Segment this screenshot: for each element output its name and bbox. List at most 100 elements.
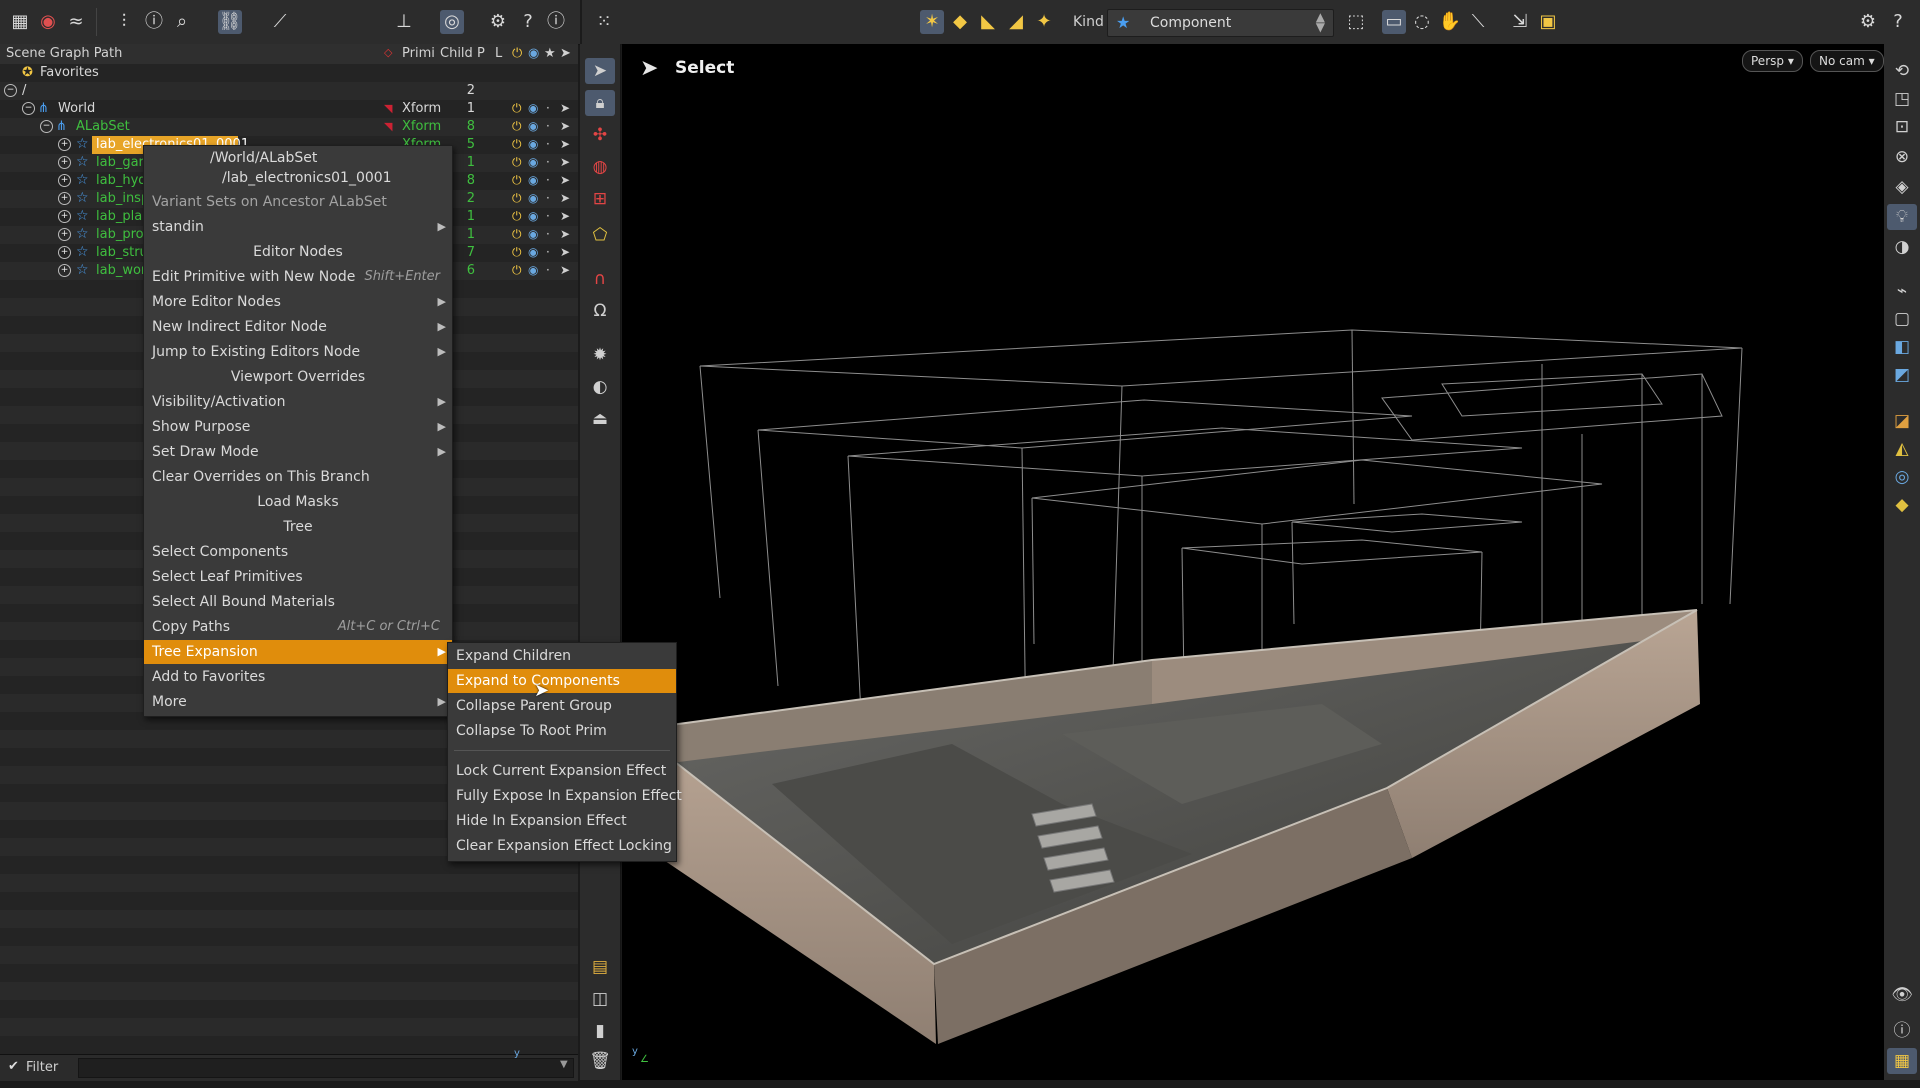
menu-set-draw-mode[interactable]: Set Draw Mode ▶ <box>144 440 452 464</box>
expand-icon[interactable]: + <box>58 156 71 169</box>
filter-check-icon[interactable]: ✔ <box>8 1059 19 1074</box>
tree-row-root[interactable]: − / 2 <box>0 82 578 100</box>
cursor-icon[interactable]: ➤ <box>560 227 570 241</box>
mask-icon[interactable]: ≈ <box>64 10 88 34</box>
header-path[interactable]: Scene Graph Path <box>6 46 122 61</box>
view-tool-icon[interactable]: ✹ <box>585 342 615 368</box>
eye-icon[interactable]: ◉ <box>528 263 538 277</box>
scene-import-icon[interactable]: ▦ <box>8 10 32 34</box>
3d-viewport[interactable]: y <box>514 44 1884 1080</box>
expand-icon[interactable]: + <box>58 174 71 187</box>
collapse-icon[interactable]: − <box>22 102 35 115</box>
ghost-icon[interactable]: ◳ <box>1887 86 1917 112</box>
menu-select-materials[interactable]: Select All Bound Materials <box>144 590 452 614</box>
box-select-icon[interactable]: ▭ <box>1382 10 1406 34</box>
dot-icon[interactable]: · <box>546 245 550 259</box>
filter-input[interactable] <box>78 1058 574 1078</box>
pin-icon[interactable]: ⟋ <box>268 10 292 34</box>
dot-icon[interactable]: · <box>546 191 550 205</box>
power-icon[interactable]: ⏻ <box>512 155 522 170</box>
camera-view-icon[interactable]: ⌁ <box>1887 278 1917 304</box>
submenu-expand-children[interactable]: Expand Children <box>448 644 676 668</box>
cursor-icon[interactable]: ➤ <box>560 245 570 259</box>
trash-icon[interactable]: 🗑︎ <box>585 1048 615 1074</box>
gear-icon[interactable]: ⚙ <box>486 10 510 34</box>
menu-standin[interactable]: standin ▶ <box>144 215 452 239</box>
expand-icon[interactable]: + <box>58 228 71 241</box>
kind-select[interactable]: ★ Component ▲ ▼ <box>1107 9 1334 37</box>
menu-tree-expansion[interactable]: Tree Expansion ▶ <box>144 640 452 664</box>
expand-icon[interactable]: + <box>58 264 71 277</box>
menu-copy-paths[interactable]: Copy Paths Alt+C or Ctrl+C <box>144 615 452 639</box>
move-tool-icon[interactable]: ✣ <box>585 122 615 148</box>
viewport-help-icon[interactable]: ? <box>1886 10 1910 34</box>
submenu-expand-components[interactable]: Expand to Components <box>448 669 676 693</box>
tree-row-alabset[interactable]: − ⋔ ALabSet ◥ Xform 8 ⏻ ◉ · ➤ <box>0 118 578 136</box>
select-edges-icon[interactable]: ◢ <box>1004 10 1028 34</box>
render-icon[interactable]: ◫ <box>585 986 615 1012</box>
menu-clear-overrides[interactable]: Clear Overrides on This Branch <box>144 465 452 489</box>
pose-tool-icon[interactable]: ◐ <box>585 374 615 400</box>
eye-icon[interactable]: ◉ <box>528 119 538 133</box>
info-icon[interactable]: ⓘ <box>142 10 166 34</box>
cursor-icon[interactable]: ➤ <box>560 191 570 205</box>
power-icon[interactable]: ⏻ <box>512 137 522 152</box>
menu-select-leaf[interactable]: Select Leaf Primitives <box>144 565 452 589</box>
header-l[interactable]: L <box>495 46 502 61</box>
dot-icon[interactable]: · <box>546 137 550 151</box>
lasso-icon[interactable]: ◌ <box>1410 10 1434 34</box>
power-icon[interactable]: ⏻ <box>512 263 522 278</box>
menu-new-indirect[interactable]: New Indirect Editor Node ▶ <box>144 315 452 339</box>
eye-icon[interactable]: ◉ <box>528 137 538 151</box>
layout-icon[interactable]: ▦ <box>1887 1048 1917 1074</box>
eye-icon[interactable]: ◉ <box>528 101 538 115</box>
backface-icon[interactable]: ⊗ <box>1887 144 1917 170</box>
menu-more-editor-nodes[interactable]: More Editor Nodes ▶ <box>144 290 452 314</box>
shadow-icon[interactable]: ◑ <box>1887 234 1917 260</box>
select-prims-icon[interactable]: ✦ <box>1032 10 1056 34</box>
select-objects-icon[interactable]: ✶ <box>920 10 944 34</box>
power-icon[interactable]: ⏻ <box>512 245 522 260</box>
expand-icon[interactable]: + <box>58 192 71 205</box>
dot-icon[interactable]: · <box>546 173 550 187</box>
submenu-clear-locking[interactable]: Clear Expansion Effect Locking <box>448 834 676 858</box>
select-tool-icon[interactable]: ➤ <box>585 58 615 84</box>
handle-tool-icon[interactable]: ⬠ <box>585 222 615 248</box>
visibility-icon[interactable]: 👁︎ <box>1887 982 1917 1008</box>
camera-menu[interactable]: No cam ▾ <box>1810 50 1884 72</box>
camera-tool-icon[interactable]: ⏏ <box>585 406 615 432</box>
rotate-tool-icon[interactable]: ◍ <box>585 154 615 180</box>
submenu-collapse-root[interactable]: Collapse To Root Prim <box>448 719 676 743</box>
help-icon[interactable]: ⓘ <box>544 10 568 34</box>
target-icon[interactable]: ◎ <box>440 10 464 34</box>
flipbook-icon[interactable]: ▤ <box>585 954 615 980</box>
power-icon[interactable]: ⏻ <box>512 209 522 224</box>
geometry-icon[interactable]: ◎ <box>1887 464 1917 490</box>
visible-select-icon[interactable]: ⇲ <box>1508 10 1532 34</box>
power-icon[interactable]: ⏻ <box>512 191 522 206</box>
eye-icon[interactable]: ◉ <box>528 173 538 187</box>
dot-icon[interactable]: · <box>546 209 550 223</box>
cursor-icon[interactable]: ➤ <box>560 101 570 115</box>
cursor-icon[interactable]: ➤ <box>560 155 570 169</box>
filter-dropdown-icon[interactable]: ▼ <box>560 1059 568 1070</box>
power-icon[interactable]: ⏻ <box>512 101 522 116</box>
tree-row-world[interactable]: − ⋔ World ◥ Xform 1 ⏻ ◉ · ➤ <box>0 100 578 118</box>
power-icon[interactable]: ⏻ <box>512 119 522 134</box>
dot-icon[interactable]: · <box>546 227 550 241</box>
eye-icon[interactable]: ◉ <box>528 191 538 205</box>
cursor-icon[interactable]: ➤ <box>560 209 570 223</box>
menu-jump-existing[interactable]: Jump to Existing Editors Node ▶ <box>144 340 452 364</box>
cursor-icon[interactable]: ➤ <box>560 119 570 133</box>
laser-icon[interactable]: ⟍ <box>1466 10 1490 34</box>
cursor-icon[interactable]: ➤ <box>560 263 570 277</box>
dot-icon[interactable]: · <box>546 155 550 169</box>
hierarchy-icon[interactable]: ⫶ <box>112 10 136 34</box>
viewport-gear-icon[interactable]: ⚙ <box>1856 10 1880 34</box>
favorites-row[interactable]: ✪ Favorites <box>0 64 578 82</box>
expand-icon[interactable]: + <box>58 138 71 151</box>
menu-add-favorites[interactable]: Add to Favorites <box>144 665 452 689</box>
power-icon[interactable]: ⏻ <box>512 173 522 188</box>
search-icon[interactable]: ⌕ <box>170 10 194 34</box>
select-mode-icon[interactable]: ⬚ <box>1344 10 1368 34</box>
